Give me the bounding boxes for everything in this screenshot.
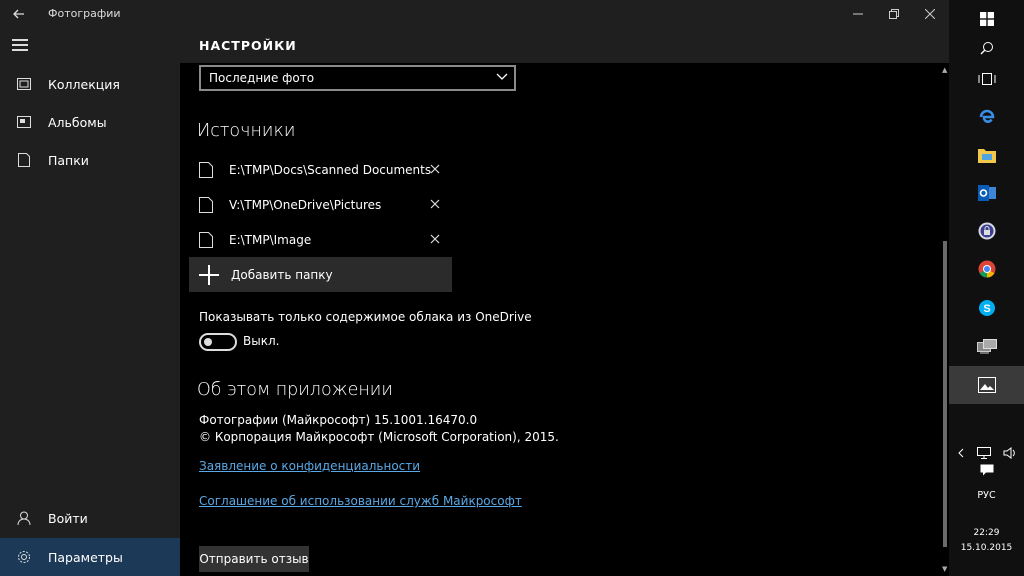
- send-feedback-button[interactable]: Отправить отзыв: [199, 546, 309, 572]
- close-icon: [925, 8, 935, 19]
- nav-item-collection[interactable]: Коллекция: [0, 66, 180, 102]
- remove-source-icon[interactable]: [429, 163, 441, 175]
- taskbar-app-keepass[interactable]: [949, 212, 1024, 250]
- start-icon: [979, 12, 994, 26]
- folders-icon: [18, 153, 30, 167]
- volume-icon[interactable]: [1003, 447, 1017, 459]
- chevron-down-icon: [496, 73, 508, 80]
- taskbar-app-chrome[interactable]: [949, 250, 1024, 288]
- file-explorer-icon: [977, 149, 996, 163]
- skype-icon: S: [978, 300, 995, 316]
- minimize-button[interactable]: [840, 0, 876, 27]
- taskbar-app-file-explorer[interactable]: [949, 136, 1024, 174]
- taskbar-app-photos[interactable]: [949, 366, 1024, 404]
- window-title: Фотографии: [48, 7, 121, 20]
- privacy-link[interactable]: Заявление о конфиденциальности: [199, 459, 420, 473]
- page-header: НАСТРОЙКИ: [180, 27, 949, 63]
- person-icon: [17, 511, 31, 525]
- nav-item-label: Войти: [48, 510, 88, 526]
- chrome-icon: [978, 260, 995, 278]
- source-path: E:\TMP\Image: [229, 233, 312, 247]
- startup-view-dropdown[interactable]: Последние фото: [199, 65, 516, 91]
- chevron-up-icon[interactable]: [957, 448, 965, 458]
- close-button[interactable]: [912, 0, 948, 27]
- outlook-icon: [977, 185, 996, 201]
- taskbar-app-skype[interactable]: S: [949, 289, 1024, 327]
- nav-item-label: Коллекция: [48, 76, 120, 92]
- nav-item-label: Альбомы: [48, 114, 107, 130]
- search-icon: [980, 42, 993, 55]
- onedrive-toggle[interactable]: [199, 333, 237, 351]
- gear-icon: [18, 551, 30, 563]
- nav-item-sign-in[interactable]: Войти: [0, 500, 180, 536]
- back-button[interactable]: [6, 4, 32, 23]
- about-version: Фотографии (Майкрософт) 15.1001.16470.0: [199, 413, 478, 427]
- source-folder-row: V:\TMP\OneDrive\Pictures: [199, 190, 441, 220]
- folder-icon: [199, 197, 213, 213]
- hamburger-menu-icon[interactable]: [12, 39, 28, 51]
- add-folder-button[interactable]: Добавить папку: [189, 257, 452, 292]
- plus-icon: [199, 264, 219, 285]
- source-folder-row: E:\TMP\Image: [199, 225, 441, 255]
- collection-icon: [17, 78, 31, 90]
- clock-time[interactable]: 22:29: [949, 528, 1024, 538]
- restore-icon: [889, 8, 899, 19]
- about-heading: Об этом приложении: [197, 380, 393, 400]
- back-arrow-icon: [13, 9, 24, 18]
- taskbar-app-outlook[interactable]: [949, 174, 1024, 212]
- onedrive-toggle-state: Выкл.: [243, 334, 280, 348]
- nav-item-label: Папки: [48, 152, 89, 168]
- network-icon[interactable]: [977, 447, 991, 459]
- nav-item-folders[interactable]: Папки: [0, 142, 180, 178]
- title-bar: Фотографии: [0, 0, 949, 27]
- keepass-icon: [978, 222, 995, 240]
- nav-item-albums[interactable]: Альбомы: [0, 104, 180, 140]
- page-title: НАСТРОЙКИ: [199, 38, 297, 53]
- navigation-pane: Коллекция Альбомы Папки Войти Параметры: [0, 27, 180, 576]
- add-folder-label: Добавить папку: [231, 267, 333, 282]
- minimize-icon: [853, 13, 863, 14]
- restore-button[interactable]: [876, 0, 912, 27]
- taskbar-app-edge[interactable]: [949, 98, 1024, 136]
- source-path: E:\TMP\Docs\Scanned Documents: [229, 163, 432, 177]
- clock-date[interactable]: 15.10.2015: [949, 543, 1024, 553]
- edge-icon: [979, 109, 994, 123]
- nav-item-settings[interactable]: Параметры: [0, 538, 180, 576]
- about-copyright: © Корпорация Майкрософт (Microsoft Corpo…: [199, 430, 559, 444]
- scroll-down-arrow-icon[interactable]: ▼: [942, 565, 947, 573]
- folder-icon: [199, 232, 213, 248]
- photos-icon: [977, 377, 996, 393]
- scroll-up-arrow-icon[interactable]: ▲: [942, 66, 947, 74]
- settings-page: НАСТРОЙКИ Последние фото Источники E:\TM…: [180, 27, 949, 576]
- taskbar-app-remote-desktop[interactable]: [949, 328, 1024, 366]
- dropdown-value: Последние фото: [209, 71, 315, 85]
- onedrive-setting-label: Показывать только содержимое облака из O…: [199, 310, 532, 324]
- source-path: V:\TMP\OneDrive\Pictures: [229, 198, 382, 212]
- scrollbar-thumb[interactable]: [943, 241, 947, 547]
- system-tray: [957, 446, 1017, 460]
- task-view-icon: [978, 73, 995, 85]
- albums-icon: [17, 116, 31, 128]
- folder-icon: [199, 162, 213, 178]
- remove-source-icon[interactable]: [429, 233, 441, 245]
- toggle-knob: [204, 338, 212, 346]
- action-center-icon: [980, 464, 993, 476]
- remote-desktop-icon: [976, 339, 997, 354]
- nav-item-label: Параметры: [48, 549, 123, 565]
- notification-center-button[interactable]: [949, 464, 1024, 480]
- sources-heading: Источники: [197, 121, 296, 141]
- terms-link[interactable]: Соглашение об использовании служб Майкро…: [199, 494, 522, 508]
- task-view-button[interactable]: [949, 60, 1024, 98]
- svg-text:S: S: [983, 303, 990, 315]
- source-folder-row: E:\TMP\Docs\Scanned Documents: [199, 155, 441, 185]
- remove-source-icon[interactable]: [429, 198, 441, 210]
- input-language[interactable]: РУС: [949, 490, 1024, 501]
- taskbar: S РУС 22:29 15.10.2015: [949, 0, 1024, 576]
